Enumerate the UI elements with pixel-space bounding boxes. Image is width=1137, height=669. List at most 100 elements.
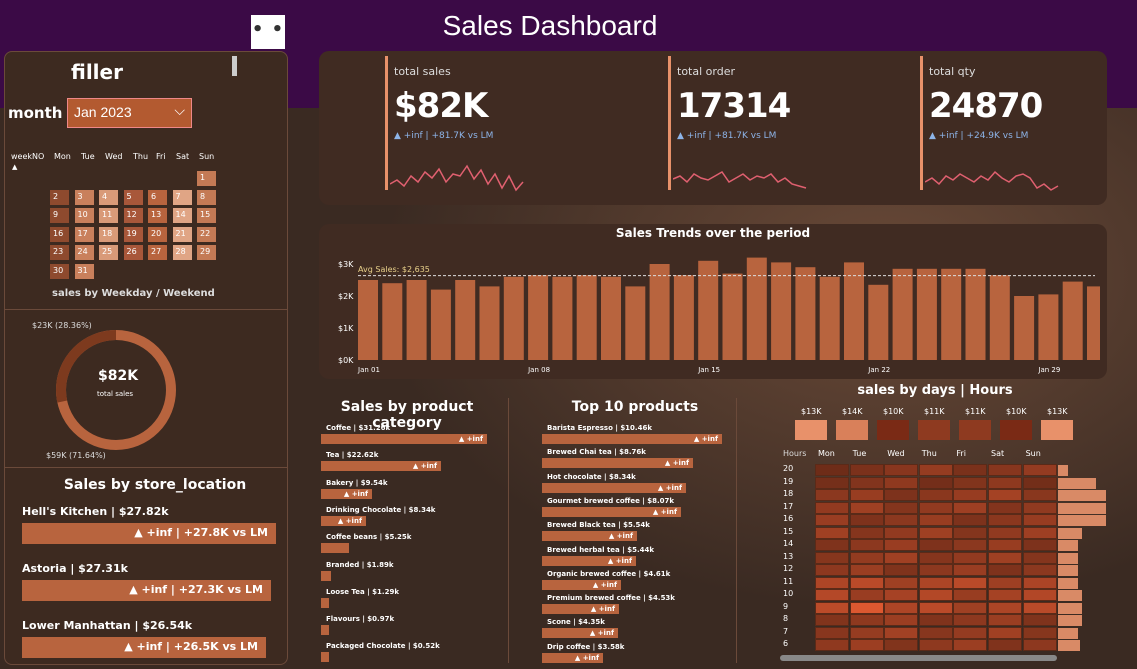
- heatmap-cell[interactable]: [849, 476, 884, 489]
- heatmap-cell[interactable]: [988, 514, 1022, 526]
- heatmap-cell[interactable]: [849, 589, 884, 601]
- heatmap-cell[interactable]: [1022, 526, 1057, 539]
- heatmap-cell[interactable]: [849, 539, 884, 551]
- store-bar[interactable]: ▲ +inf | +27.3K vs LM: [22, 580, 271, 601]
- heatmap-cell[interactable]: [815, 626, 849, 639]
- heatmap-cell[interactable]: [918, 489, 953, 501]
- heatmap-cell[interactable]: [918, 639, 953, 651]
- hour-bar[interactable]: [1058, 615, 1082, 626]
- heatmap-cell[interactable]: [1022, 639, 1057, 651]
- heatmap-cell[interactable]: [849, 576, 884, 589]
- calendar-day[interactable]: 4: [99, 189, 118, 205]
- heatmap-cell[interactable]: [884, 551, 919, 564]
- calendar-day[interactable]: 5: [123, 189, 143, 205]
- heatmap-cell[interactable]: [884, 576, 919, 589]
- day-total-bar[interactable]: [959, 420, 991, 440]
- heatmap-cell[interactable]: [815, 476, 849, 489]
- calendar-day[interactable]: 3: [74, 189, 94, 205]
- bar[interactable]: ▲ +inf: [321, 434, 487, 444]
- heatmap-cell[interactable]: [953, 514, 988, 526]
- hour-bar[interactable]: [1058, 602, 1082, 614]
- heatmap-cell[interactable]: [918, 601, 953, 614]
- day-total-bar[interactable]: [1041, 420, 1073, 440]
- store-bar[interactable]: ▲ +inf | +26.5K vs LM: [22, 637, 266, 658]
- hour-bar[interactable]: [1058, 477, 1096, 489]
- heatmap-cell[interactable]: [953, 576, 988, 589]
- heatmap-cell[interactable]: [918, 551, 953, 564]
- heatmap-cell[interactable]: [884, 601, 919, 614]
- heatmap-cell[interactable]: [953, 589, 988, 601]
- heatmap-cell[interactable]: [953, 464, 988, 476]
- sort-icon[interactable]: ▲: [12, 163, 17, 171]
- heatmap-cell[interactable]: [988, 464, 1022, 476]
- calendar-day[interactable]: 20: [148, 226, 167, 242]
- heatmap-cell[interactable]: [1022, 576, 1057, 589]
- calendar-day[interactable]: 13: [148, 208, 167, 223]
- day-total-bar[interactable]: [1000, 420, 1032, 440]
- calendar-day[interactable]: 23: [50, 245, 69, 260]
- heatmap-cell[interactable]: [953, 501, 988, 514]
- calendar-day[interactable]: 1: [197, 171, 216, 186]
- heatmap-cell[interactable]: [884, 526, 919, 539]
- calendar-day[interactable]: 24: [74, 245, 94, 260]
- calendar-day[interactable]: 9: [50, 208, 69, 223]
- calendar-day[interactable]: 15: [197, 208, 216, 223]
- bar[interactable]: [321, 543, 349, 554]
- bar[interactable]: ▲ +inf: [542, 506, 681, 517]
- more-options-button[interactable]: • • •: [251, 15, 285, 70]
- store-bar[interactable]: ▲ +inf | +27.8K vs LM: [22, 523, 276, 544]
- calendar-day[interactable]: 21: [172, 226, 192, 242]
- heatmap-cell[interactable]: [884, 589, 919, 601]
- heatmap-cell[interactable]: [849, 526, 884, 539]
- heatmap-cell[interactable]: [988, 476, 1022, 489]
- hour-bar[interactable]: [1058, 565, 1078, 576]
- heatmap-cell[interactable]: [815, 564, 849, 576]
- heatmap-cell[interactable]: [918, 589, 953, 601]
- heatmap-cell[interactable]: [1022, 601, 1057, 614]
- day-total-bar[interactable]: [918, 420, 950, 440]
- heatmap-cell[interactable]: [918, 464, 953, 476]
- bar[interactable]: ▲ +inf: [321, 461, 441, 472]
- heatmap-cell[interactable]: [918, 614, 953, 626]
- heatmap-cell[interactable]: [884, 476, 919, 489]
- bar[interactable]: ▲ +inf: [321, 488, 372, 499]
- horizontal-scrollbar[interactable]: [780, 655, 1057, 661]
- hour-bar[interactable]: [1058, 540, 1078, 551]
- hour-bar[interactable]: [1058, 465, 1068, 476]
- heatmap-cell[interactable]: [953, 564, 988, 576]
- heatmap-cell[interactable]: [1022, 614, 1057, 626]
- heatmap-cell[interactable]: [988, 639, 1022, 651]
- calendar-day[interactable]: 8: [197, 189, 216, 205]
- heatmap-cell[interactable]: [849, 601, 884, 614]
- bar[interactable]: ▲ +inf: [321, 515, 366, 526]
- heatmap-cell[interactable]: [953, 489, 988, 501]
- hour-bar[interactable]: [1058, 502, 1106, 514]
- heatmap-cell[interactable]: [953, 614, 988, 626]
- month-select[interactable]: Jan 2023 ⌵: [67, 98, 192, 128]
- bar[interactable]: ▲ +inf: [542, 434, 722, 444]
- heatmap-cell[interactable]: [849, 551, 884, 564]
- heatmap-cell[interactable]: [884, 539, 919, 551]
- heatmap-cell[interactable]: [884, 626, 919, 639]
- heatmap-cell[interactable]: [1022, 476, 1057, 489]
- heatmap-cell[interactable]: [815, 589, 849, 601]
- heatmap-cell[interactable]: [918, 539, 953, 551]
- heatmap-cell[interactable]: [953, 539, 988, 551]
- hour-bar[interactable]: [1058, 527, 1082, 539]
- heatmap-cell[interactable]: [884, 489, 919, 501]
- heatmap-cell[interactable]: [988, 614, 1022, 626]
- hour-bar[interactable]: [1058, 490, 1106, 501]
- calendar-day[interactable]: 12: [123, 208, 143, 223]
- heatmap-cell[interactable]: [815, 464, 849, 476]
- heatmap-cell[interactable]: [988, 576, 1022, 589]
- bar[interactable]: [321, 597, 329, 608]
- heatmap-cell[interactable]: [1022, 501, 1057, 514]
- heatmap-cell[interactable]: [918, 501, 953, 514]
- heatmap-cell[interactable]: [849, 626, 884, 639]
- heatmap-cell[interactable]: [884, 464, 919, 476]
- calendar-day[interactable]: 6: [148, 189, 167, 205]
- heatmap-cell[interactable]: [849, 564, 884, 576]
- bar[interactable]: ▲ +inf: [542, 579, 621, 590]
- calendar-day[interactable]: 27: [148, 245, 167, 260]
- calendar-day[interactable]: 31: [74, 263, 94, 279]
